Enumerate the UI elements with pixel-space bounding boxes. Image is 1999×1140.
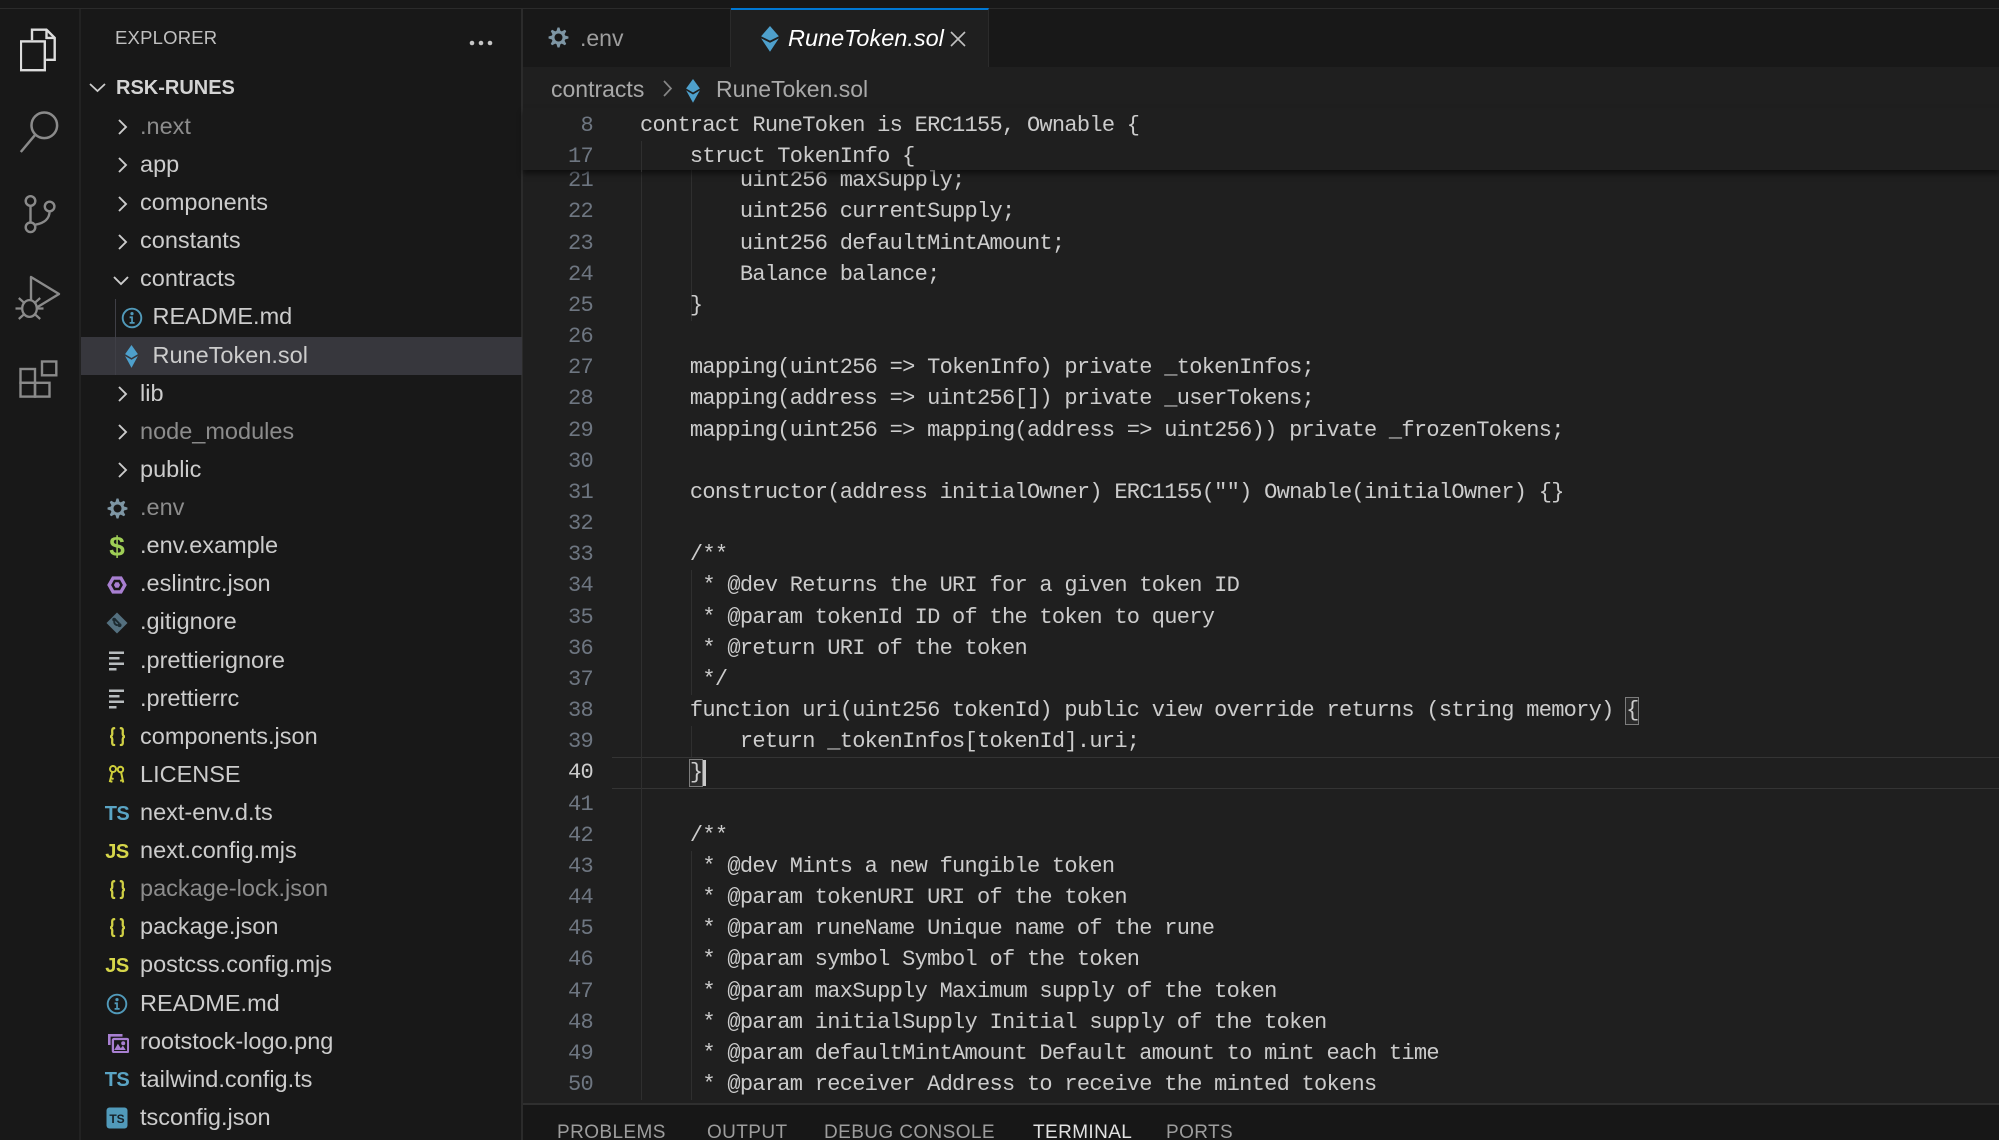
svg-text:TS: TS xyxy=(109,1112,124,1126)
